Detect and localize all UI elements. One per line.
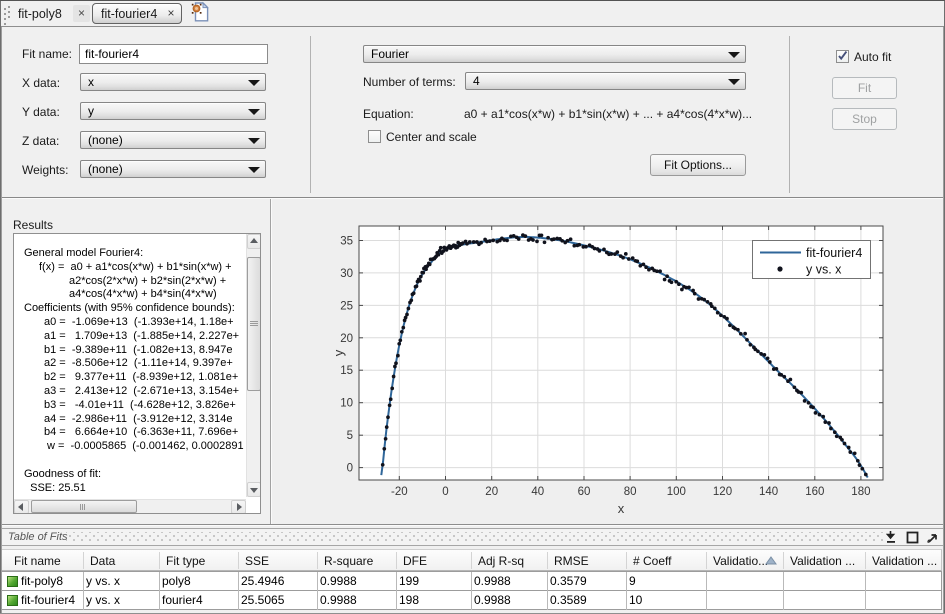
svg-text:10: 10	[340, 398, 353, 410]
svg-text:15: 15	[340, 365, 353, 377]
svg-text:-20: -20	[391, 486, 408, 498]
svg-text:140: 140	[759, 486, 778, 498]
svg-text:25: 25	[340, 300, 353, 312]
svg-text:5: 5	[347, 430, 353, 442]
svg-text:fit-fourier4: fit-fourier4	[806, 246, 862, 260]
svg-text:20: 20	[485, 486, 498, 498]
svg-text:y: y	[331, 349, 346, 356]
svg-text:0: 0	[442, 486, 448, 498]
svg-text:30: 30	[340, 268, 353, 280]
svg-text:35: 35	[340, 236, 353, 248]
svg-text:160: 160	[805, 486, 824, 498]
svg-text:0: 0	[347, 463, 353, 475]
svg-text:120: 120	[713, 486, 732, 498]
svg-text:y vs. x: y vs. x	[806, 263, 842, 277]
svg-text:x: x	[618, 501, 625, 516]
svg-text:180: 180	[851, 486, 870, 498]
svg-text:60: 60	[578, 486, 591, 498]
svg-text:40: 40	[531, 486, 544, 498]
svg-text:20: 20	[340, 333, 353, 345]
svg-text:80: 80	[624, 486, 637, 498]
svg-text:100: 100	[667, 486, 686, 498]
